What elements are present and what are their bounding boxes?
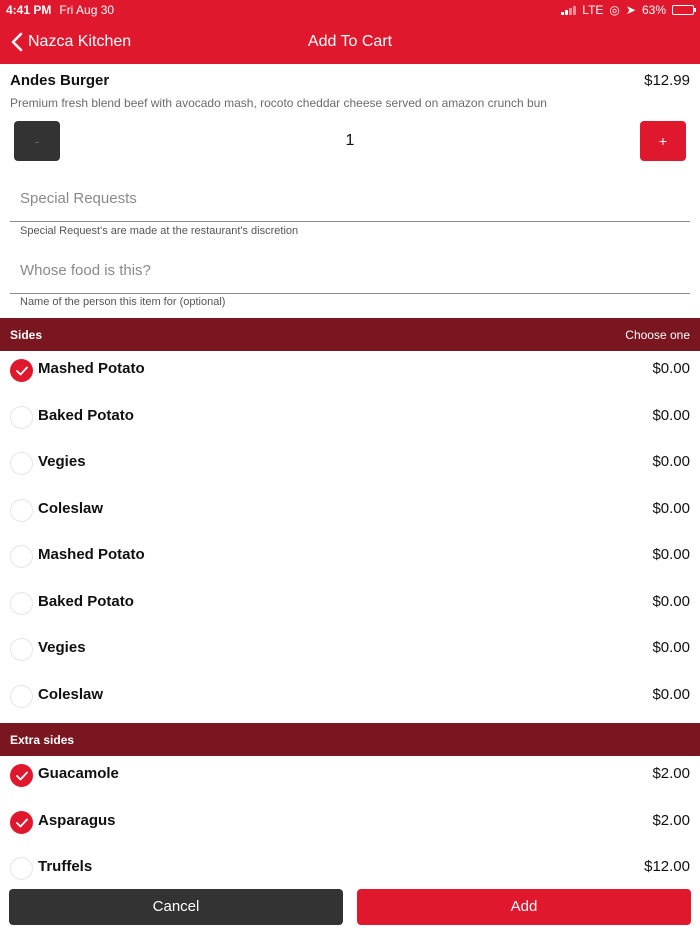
option-row[interactable]: Mashed Potato $0.00 xyxy=(0,537,700,583)
status-bar: 4:41 PM Fri Aug 30 LTE ◎ ➤ 63% xyxy=(0,0,700,20)
battery-icon xyxy=(672,5,696,15)
option-row[interactable]: Coleslaw $0.00 xyxy=(0,491,700,537)
sides-subtitle: Choose one xyxy=(625,327,690,342)
item-header: Andes Burger $12.99 Premium fresh blend … xyxy=(10,72,690,110)
option-row[interactable]: Coleslaw $0.00 xyxy=(0,677,700,723)
checkmark-unchecked-icon[interactable] xyxy=(10,638,33,661)
item-price: $12.99 xyxy=(644,72,690,89)
option-price: $0.00 xyxy=(652,406,690,424)
checkmark-checked-icon[interactable] xyxy=(10,764,33,787)
option-label: Mashed Potato xyxy=(38,546,145,563)
option-price: $0.00 xyxy=(652,592,690,610)
back-label: Nazca Kitchen xyxy=(28,33,132,50)
sides-section-header: Sides Choose one xyxy=(0,318,700,351)
option-label: Mashed Potato xyxy=(38,360,145,377)
special-requests-input[interactable] xyxy=(10,176,690,221)
option-row[interactable]: Vegies $0.00 xyxy=(0,444,700,490)
nav-bar: Nazca Kitchen Add To Cart xyxy=(0,20,700,64)
option-label: Coleslaw xyxy=(38,685,104,703)
option-row[interactable]: Asparagus $2.00 xyxy=(0,803,700,849)
network-label: LTE xyxy=(582,3,604,17)
option-row[interactable]: Baked Potato $0.00 xyxy=(0,398,700,444)
check-icon xyxy=(16,366,28,376)
option-price: $2.00 xyxy=(652,811,690,829)
option-label: Vegies xyxy=(38,639,86,656)
option-row[interactable]: Mashed Potato $0.00 xyxy=(0,351,700,397)
checkmark-unchecked-icon[interactable] xyxy=(10,498,33,522)
extra-sides-title: Extra sides xyxy=(10,732,75,747)
option-label: Asparagus xyxy=(38,811,116,829)
option-price: $12.00 xyxy=(644,858,690,875)
checkmark-unchecked-icon[interactable] xyxy=(10,545,33,568)
quantity-value: 1 xyxy=(345,132,355,149)
special-requests-hint: Special Request's are made at the restau… xyxy=(20,225,299,237)
option-row[interactable]: Vegies $0.00 xyxy=(0,630,700,676)
signal-icon xyxy=(561,5,577,15)
checkmark-unchecked-icon[interactable] xyxy=(10,405,33,429)
check-icon xyxy=(16,818,28,827)
option-label: Guacamole xyxy=(38,765,119,782)
battery-label: 63% xyxy=(641,3,666,17)
checkmark-unchecked-icon[interactable] xyxy=(10,452,33,475)
screen-lock-icon: ◎ xyxy=(609,3,620,17)
add-button[interactable]: Add xyxy=(357,889,691,925)
item-name: Andes Burger xyxy=(10,72,110,89)
location-arrow-icon: ➤ xyxy=(625,3,636,17)
quantity-stepper: - 1 + xyxy=(14,121,686,161)
option-price: $0.00 xyxy=(652,546,690,563)
check-icon xyxy=(16,771,28,781)
option-row[interactable]: Baked Potato $0.00 xyxy=(0,584,700,630)
back-button[interactable]: Nazca Kitchen xyxy=(10,20,131,64)
sides-title: Sides xyxy=(10,327,43,342)
option-price: $0.00 xyxy=(652,499,690,517)
action-bar: Cancel Add xyxy=(0,880,700,934)
whose-food-hint: Name of the person this item for (option… xyxy=(20,296,226,308)
option-label: Baked Potato xyxy=(38,406,134,424)
status-indicators: LTE ◎ ➤ 63% xyxy=(561,3,696,17)
checkmark-checked-icon[interactable] xyxy=(10,810,33,834)
cancel-button[interactable]: Cancel xyxy=(9,889,343,925)
checkmark-unchecked-icon[interactable] xyxy=(10,684,33,708)
checkmark-unchecked-icon[interactable] xyxy=(10,857,33,880)
option-price: $0.00 xyxy=(652,685,690,703)
option-price: $0.00 xyxy=(652,639,690,656)
item-description: Premium fresh blend beef with avocado ma… xyxy=(10,96,547,110)
option-row[interactable]: Guacamole $2.00 xyxy=(0,756,700,802)
option-price: $0.00 xyxy=(652,453,690,470)
option-label: Coleslaw xyxy=(38,499,104,517)
checkmark-unchecked-icon[interactable] xyxy=(10,591,33,615)
option-label: Baked Potato xyxy=(38,592,134,610)
option-price: $0.00 xyxy=(652,360,690,377)
option-price: $2.00 xyxy=(652,765,690,782)
option-label: Vegies xyxy=(38,453,86,470)
extra-sides-section-header: Extra sides xyxy=(0,723,700,756)
status-date: Fri Aug 30 xyxy=(59,3,115,17)
chevron-left-icon xyxy=(11,32,23,52)
checkmark-checked-icon[interactable] xyxy=(10,359,33,382)
option-label: Truffels xyxy=(38,858,93,875)
whose-food-input[interactable] xyxy=(10,248,690,293)
whose-food-field xyxy=(10,248,690,294)
increase-quantity-button[interactable]: + xyxy=(640,121,686,161)
status-time: 4:41 PM xyxy=(6,3,52,17)
special-requests-field xyxy=(10,176,690,222)
